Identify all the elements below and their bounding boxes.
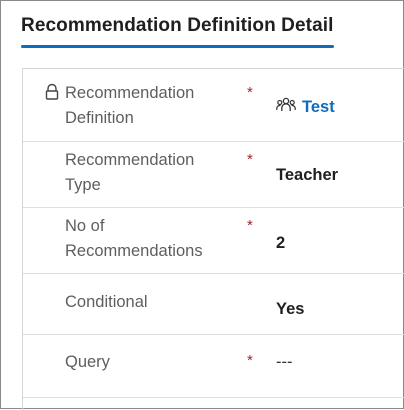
section-header: Recommendation Definition Detail xyxy=(21,15,334,36)
header-underline xyxy=(21,45,334,48)
no-of-recommendations-value[interactable]: 2 xyxy=(276,234,285,253)
field-row-recommendation-type: Recommendation Type * Teacher xyxy=(23,142,404,208)
people-icon xyxy=(276,97,296,118)
detail-form: Recommendation Definition * Test Recomme… xyxy=(22,68,404,410)
required-asterisk: * xyxy=(247,151,253,168)
recommendation-definition-lookup[interactable]: Test xyxy=(276,97,335,118)
lock-icon xyxy=(44,83,62,101)
field-row-no-of-recommendations: No of Recommendations * 2 xyxy=(23,208,404,274)
recommendation-definition-link[interactable]: Test xyxy=(302,98,335,117)
required-asterisk: * xyxy=(247,84,253,101)
field-row-conditional: Conditional Yes xyxy=(23,274,404,335)
field-label: Recommendation Definition xyxy=(65,84,195,127)
field-row-query: Query * --- xyxy=(23,335,404,398)
field-label: No of Recommendations xyxy=(65,217,203,260)
field-label: Query xyxy=(65,353,110,371)
required-asterisk: * xyxy=(247,217,253,234)
field-row-recommendation-definition: Recommendation Definition * Test xyxy=(23,69,404,142)
recommendation-type-value[interactable]: Teacher xyxy=(276,166,338,185)
field-label: Recommendation Type xyxy=(65,151,195,194)
query-value[interactable]: --- xyxy=(276,353,292,372)
field-label: Conditional xyxy=(65,293,148,311)
conditional-value[interactable]: Yes xyxy=(276,300,304,319)
required-asterisk: * xyxy=(247,352,253,369)
